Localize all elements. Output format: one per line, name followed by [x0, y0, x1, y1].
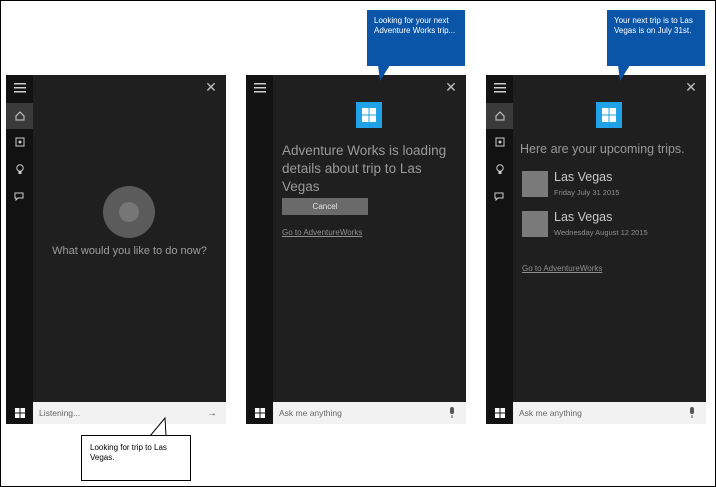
- loading-message: Adventure Works is loading details about…: [282, 143, 447, 194]
- trips-title: Here are your upcoming trips.: [520, 142, 685, 156]
- side-rail: [246, 75, 273, 402]
- microphone-icon[interactable]: [446, 406, 458, 420]
- feedback-icon[interactable]: [6, 183, 33, 209]
- hamburger-icon[interactable]: [246, 75, 273, 101]
- close-icon[interactable]: ✕: [204, 80, 218, 94]
- adventureworks-link[interactable]: Go to AdventureWorks: [522, 264, 602, 273]
- cortana-panel-loading: ✕ Adventure Works is loading details abo…: [246, 75, 466, 424]
- callout-next-trip: Your next trip is to Las Vegas is on Jul…: [607, 10, 705, 66]
- side-rail: [486, 75, 513, 402]
- windows-icon[interactable]: [486, 402, 513, 424]
- callout-tail: [618, 65, 630, 81]
- lightbulb-icon[interactable]: [486, 156, 513, 182]
- trip-name: Las Vegas: [554, 210, 613, 224]
- search-bar[interactable]: Ask me anything: [486, 402, 706, 424]
- trip-thumbnail: [522, 171, 548, 197]
- listening-text: Listening...: [39, 408, 81, 418]
- note-looking-for-trip: Looking for trip to Las Vegas.: [81, 435, 191, 481]
- cancel-button[interactable]: Cancel: [282, 198, 368, 215]
- adventureworks-link[interactable]: Go to AdventureWorks: [282, 228, 362, 237]
- windows-icon[interactable]: [246, 402, 273, 424]
- trip-date: Wednesday August 12 2015: [554, 228, 648, 237]
- arrow-right-icon[interactable]: →: [206, 406, 218, 420]
- trip-item[interactable]: Las Vegas Friday July 31 2015: [522, 170, 702, 199]
- trip-item[interactable]: Las Vegas Wednesday August 12 2015: [522, 210, 702, 239]
- cortana-panel-listening: ✕ What would you like to do now? Listeni…: [6, 75, 226, 424]
- callout-tail: [378, 65, 390, 81]
- notebook-icon[interactable]: [486, 129, 513, 155]
- feedback-icon[interactable]: [486, 183, 513, 209]
- windows-icon[interactable]: [6, 402, 33, 424]
- hamburger-icon[interactable]: [486, 75, 513, 101]
- trip-name: Las Vegas: [554, 170, 613, 184]
- app-windows-tile-icon: [356, 102, 382, 128]
- home-icon[interactable]: [486, 103, 513, 129]
- microphone-icon[interactable]: [686, 406, 698, 420]
- prompt-question: What would you like to do now?: [52, 245, 207, 257]
- trip-thumbnail: [522, 211, 548, 237]
- side-rail: [6, 75, 33, 402]
- app-windows-tile-icon: [596, 102, 622, 128]
- search-input[interactable]: Ask me anything: [519, 402, 582, 424]
- lightbulb-icon[interactable]: [6, 156, 33, 182]
- home-icon[interactable]: [6, 103, 33, 129]
- search-input[interactable]: Ask me anything: [279, 402, 342, 424]
- notebook-icon[interactable]: [6, 129, 33, 155]
- search-bar[interactable]: Listening... →: [6, 402, 226, 424]
- close-icon[interactable]: ✕: [684, 80, 698, 94]
- hamburger-icon[interactable]: [6, 75, 33, 101]
- search-bar[interactable]: Ask me anything: [246, 402, 466, 424]
- trip-date: Friday July 31 2015: [554, 188, 620, 197]
- cortana-panel-results: ✕ Here are your upcoming trips. Las Vega…: [486, 75, 706, 424]
- cortana-circle-icon: [103, 186, 155, 238]
- callout-looking-for-trip: Looking for your next Adventure Works tr…: [367, 10, 465, 66]
- close-icon[interactable]: ✕: [444, 80, 458, 94]
